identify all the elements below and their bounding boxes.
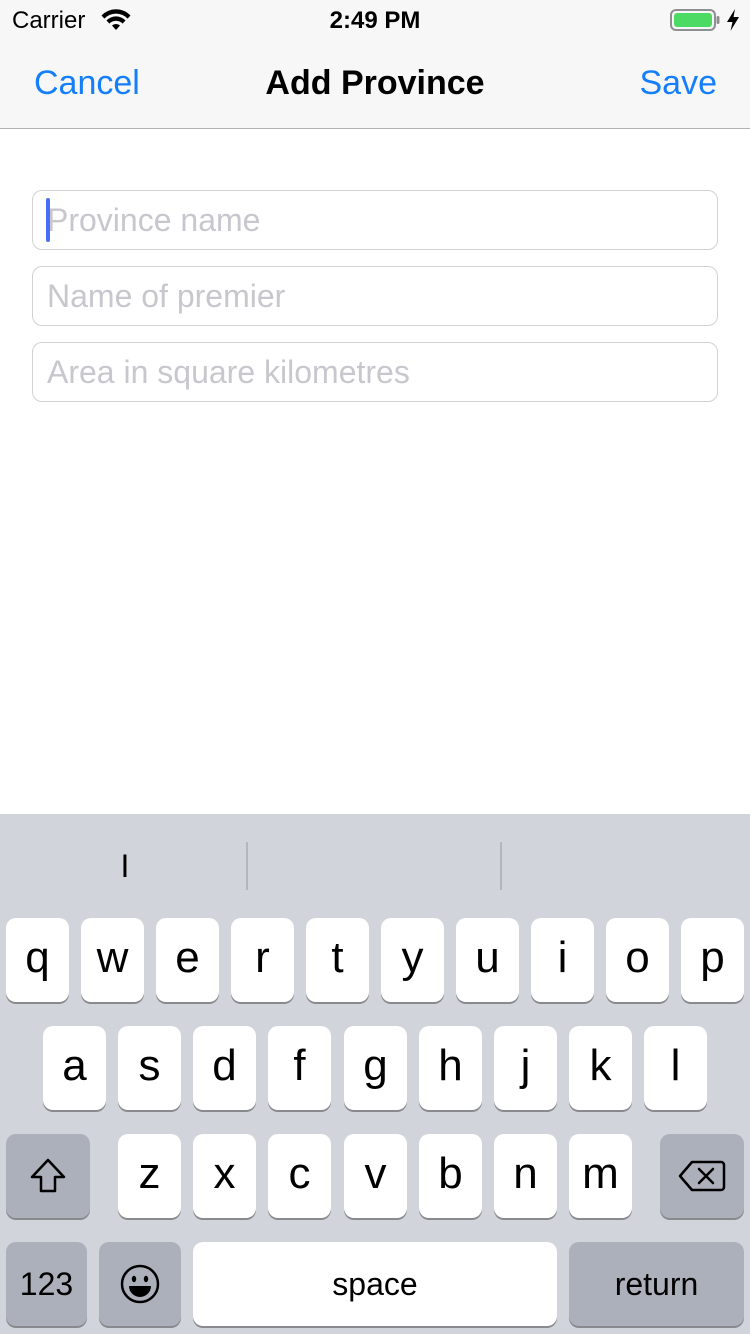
suggestion-3[interactable] xyxy=(500,814,750,904)
shift-key[interactable] xyxy=(6,1134,90,1218)
suggestion-1[interactable]: I xyxy=(0,814,250,904)
premier-name-field-container xyxy=(32,266,718,326)
key-l[interactable]: l xyxy=(644,1026,707,1110)
key-s[interactable]: s xyxy=(118,1026,181,1110)
keyboard: I q w e r t y u i o p a s d f g h j k l xyxy=(0,814,750,1334)
key-h[interactable]: h xyxy=(419,1026,482,1110)
key-x[interactable]: x xyxy=(193,1134,256,1218)
shift-icon xyxy=(30,1158,66,1193)
delete-icon xyxy=(678,1160,726,1192)
key-m[interactable]: m xyxy=(569,1134,632,1218)
emoji-icon xyxy=(120,1264,160,1304)
key-t[interactable]: t xyxy=(306,918,369,1002)
delete-key[interactable] xyxy=(660,1134,744,1218)
key-y[interactable]: y xyxy=(381,918,444,1002)
key-v[interactable]: v xyxy=(344,1134,407,1218)
page-title: Add Province xyxy=(265,64,485,102)
province-name-input[interactable] xyxy=(47,191,707,249)
key-k[interactable]: k xyxy=(569,1026,632,1110)
space-key[interactable]: space xyxy=(193,1242,557,1326)
return-key[interactable]: return xyxy=(569,1242,744,1326)
suggestion-divider xyxy=(246,842,248,890)
save-button[interactable]: Save xyxy=(640,64,718,103)
suggestion-bar: I xyxy=(0,814,750,904)
emoji-key[interactable] xyxy=(99,1242,181,1326)
text-cursor xyxy=(46,198,50,242)
key-f[interactable]: f xyxy=(268,1026,331,1110)
key-i[interactable]: i xyxy=(531,918,594,1002)
key-z[interactable]: z xyxy=(118,1134,181,1218)
key-w[interactable]: w xyxy=(81,918,144,1002)
key-d[interactable]: d xyxy=(193,1026,256,1110)
status-time: 2:49 PM xyxy=(329,7,421,34)
key-g[interactable]: g xyxy=(344,1026,407,1110)
key-n[interactable]: n xyxy=(494,1134,557,1218)
province-name-field-container xyxy=(32,190,718,250)
add-province-screen: Carrier 2:49 PM Cancel Add Province Save xyxy=(0,0,750,1334)
key-q[interactable]: q xyxy=(6,918,69,1002)
charging-bolt-icon xyxy=(727,9,739,31)
key-b[interactable]: b xyxy=(419,1134,482,1218)
suggestion-2[interactable] xyxy=(250,814,500,904)
battery-icon xyxy=(670,9,720,31)
key-c[interactable]: c xyxy=(268,1134,331,1218)
key-a[interactable]: a xyxy=(43,1026,106,1110)
premier-name-input[interactable] xyxy=(47,267,707,325)
status-bar: Carrier 2:49 PM xyxy=(0,0,750,40)
key-j[interactable]: j xyxy=(494,1026,557,1110)
key-e[interactable]: e xyxy=(156,918,219,1002)
area-input[interactable] xyxy=(47,343,707,401)
key-p[interactable]: p xyxy=(681,918,744,1002)
numbers-key[interactable]: 123 xyxy=(6,1242,87,1326)
key-o[interactable]: o xyxy=(606,918,669,1002)
navigation-bar: Cancel Add Province Save xyxy=(0,40,750,129)
key-r[interactable]: r xyxy=(231,918,294,1002)
area-field-container xyxy=(32,342,718,402)
key-u[interactable]: u xyxy=(456,918,519,1002)
